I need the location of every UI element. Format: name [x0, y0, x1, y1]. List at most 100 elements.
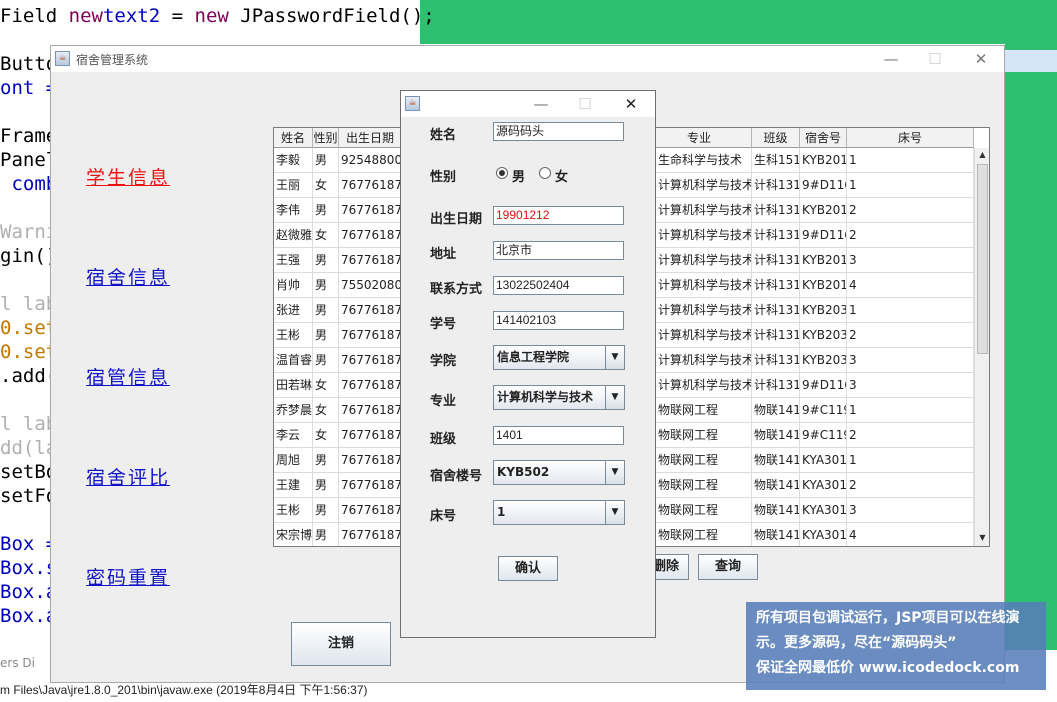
- chevron-down-icon[interactable]: ▼: [605, 346, 624, 369]
- code-line: 0.set: [0, 341, 58, 363]
- code-line: Box.a: [0, 605, 58, 627]
- building-select[interactable]: KYB502 ▼: [493, 460, 625, 485]
- watermark-line-1: 所有项目包调试运行，JSP项目可以在线演: [756, 610, 1020, 626]
- college-select-value: 信息工程学院: [497, 350, 570, 364]
- table-cell: 温首睿: [274, 348, 313, 373]
- table-cell: 9#C119: [800, 423, 847, 448]
- header-name[interactable]: 姓名: [274, 128, 313, 148]
- code-line: l lab: [0, 413, 58, 435]
- logout-button[interactable]: 注销: [291, 622, 391, 666]
- phone-field[interactable]: 13022502404: [493, 276, 624, 295]
- minimize-icon[interactable]: —: [869, 48, 913, 70]
- header-dorm[interactable]: 宿舍号: [800, 128, 847, 148]
- bed-select[interactable]: 1 ▼: [493, 500, 625, 525]
- table-cell: 767761871: [339, 398, 402, 423]
- scroll-down-icon[interactable]: ▼: [977, 532, 988, 544]
- table-cell: 田若琳: [274, 373, 313, 398]
- table-cell: 计科131: [752, 298, 800, 323]
- name-label: 姓名: [430, 128, 457, 143]
- maximize-icon[interactable]: ☐: [563, 93, 607, 115]
- table-cell: 925488000: [339, 148, 402, 173]
- scrollbar-thumb[interactable]: [977, 164, 988, 354]
- address-label: 地址: [430, 247, 457, 262]
- nav-dorm-rating[interactable]: 宿舍评比: [86, 463, 170, 490]
- nav-dorm-info[interactable]: 宿舍信息: [86, 263, 170, 290]
- code-line: setBo: [0, 461, 58, 483]
- maximize-icon[interactable]: ☐: [913, 48, 957, 70]
- table-cell: 男: [313, 248, 339, 273]
- table-cell: 物联141: [752, 473, 800, 498]
- table-cell: 767761871: [339, 323, 402, 348]
- table-cell: 男: [313, 473, 339, 498]
- gender-male-label[interactable]: 男: [512, 166, 525, 185]
- chevron-down-icon[interactable]: ▼: [605, 501, 624, 524]
- code-line: Frame: [0, 125, 58, 147]
- table-cell: 肖帅: [274, 273, 313, 298]
- nav-password-reset[interactable]: 密码重置: [86, 563, 170, 590]
- query-button[interactable]: 查询: [698, 554, 758, 580]
- table-cell: KYB201: [800, 148, 847, 173]
- code-line: ont =: [0, 77, 58, 99]
- code-line: Warni: [0, 221, 58, 243]
- nav-student-info[interactable]: 学生信息: [86, 163, 170, 190]
- gender-female-label[interactable]: 女: [555, 166, 568, 185]
- gender-female-radio[interactable]: [539, 167, 551, 179]
- close-icon[interactable]: ✕: [609, 93, 653, 115]
- nav-dorm-manager-info[interactable]: 宿管信息: [86, 363, 170, 390]
- minimize-icon[interactable]: —: [519, 93, 563, 115]
- close-icon[interactable]: ✕: [959, 48, 1003, 70]
- birth-label: 出生日期: [430, 212, 483, 227]
- college-select[interactable]: 信息工程学院 ▼: [493, 345, 625, 370]
- main-window-titlebar[interactable]: ☕ 宿舍管理系统 — ☐ ✕: [51, 46, 1004, 72]
- chevron-down-icon[interactable]: ▼: [605, 461, 624, 484]
- table-cell: 男: [313, 323, 339, 348]
- ide-console-tabs[interactable]: ers Di: [0, 656, 35, 676]
- confirm-button[interactable]: 确认: [498, 556, 558, 581]
- table-cell: 9#D116: [800, 173, 847, 198]
- header-birth[interactable]: 出生日期: [339, 128, 402, 148]
- table-cell: 男: [313, 523, 339, 546]
- table-cell: 女: [313, 398, 339, 423]
- gender-male-radio[interactable]: [496, 167, 508, 179]
- code-line: Panel: [0, 149, 58, 171]
- table-cell: 男: [313, 273, 339, 298]
- header-gender[interactable]: 性别: [313, 128, 339, 148]
- scroll-up-icon[interactable]: ▲: [977, 149, 988, 161]
- table-cell: 767761871: [339, 498, 402, 523]
- table-cell: 3: [847, 373, 974, 398]
- student-edit-dialog: ☕ — ☐ ✕ 姓名 源码码头 性别 男 女 出生日期 19901212 地址 …: [400, 90, 656, 638]
- major-label: 专业: [430, 394, 457, 409]
- table-cell: 计科131: [752, 173, 800, 198]
- table-cell: 李伟: [274, 198, 313, 223]
- table-cell: 计科131: [752, 373, 800, 398]
- dialog-titlebar[interactable]: ☕ — ☐ ✕: [401, 91, 655, 117]
- student-id-field[interactable]: 141402103: [493, 311, 624, 330]
- code-line: Butto: [0, 53, 58, 75]
- table-cell: KYB203: [800, 348, 847, 373]
- header-bed[interactable]: 床号: [847, 128, 974, 148]
- birth-date-field[interactable]: 19901212: [493, 206, 624, 225]
- table-cell: 乔梦晨: [274, 398, 313, 423]
- watermark-line-2: 示。更多源码，尽在“源码码头”: [756, 635, 957, 651]
- class-field[interactable]: 1401: [493, 426, 624, 445]
- table-cell: 2: [847, 198, 974, 223]
- college-label: 学院: [430, 354, 457, 369]
- code-line: Field newtext2 = new JPasswordField();: [0, 5, 435, 27]
- table-cell: 男: [313, 348, 339, 373]
- chevron-down-icon[interactable]: ▼: [605, 386, 624, 409]
- name-field[interactable]: 源码码头: [493, 122, 624, 141]
- major-select[interactable]: 计算机科学与技术 ▼: [493, 385, 625, 410]
- gender-label: 性别: [430, 170, 457, 185]
- table-cell: 767761871: [339, 373, 402, 398]
- table-cell: 女: [313, 423, 339, 448]
- code-line: comb: [0, 173, 58, 195]
- table-cell: 9#D116: [800, 223, 847, 248]
- table-cell: 767761871: [339, 198, 402, 223]
- header-class[interactable]: 班级: [752, 128, 800, 148]
- code-line: Box.s: [0, 557, 58, 579]
- address-field[interactable]: 北京市: [493, 241, 624, 260]
- table-vertical-scrollbar[interactable]: ▲ ▼: [974, 148, 989, 546]
- table-cell: 3: [847, 348, 974, 373]
- table-cell: 生科151: [752, 148, 800, 173]
- table-cell: 4: [847, 273, 974, 298]
